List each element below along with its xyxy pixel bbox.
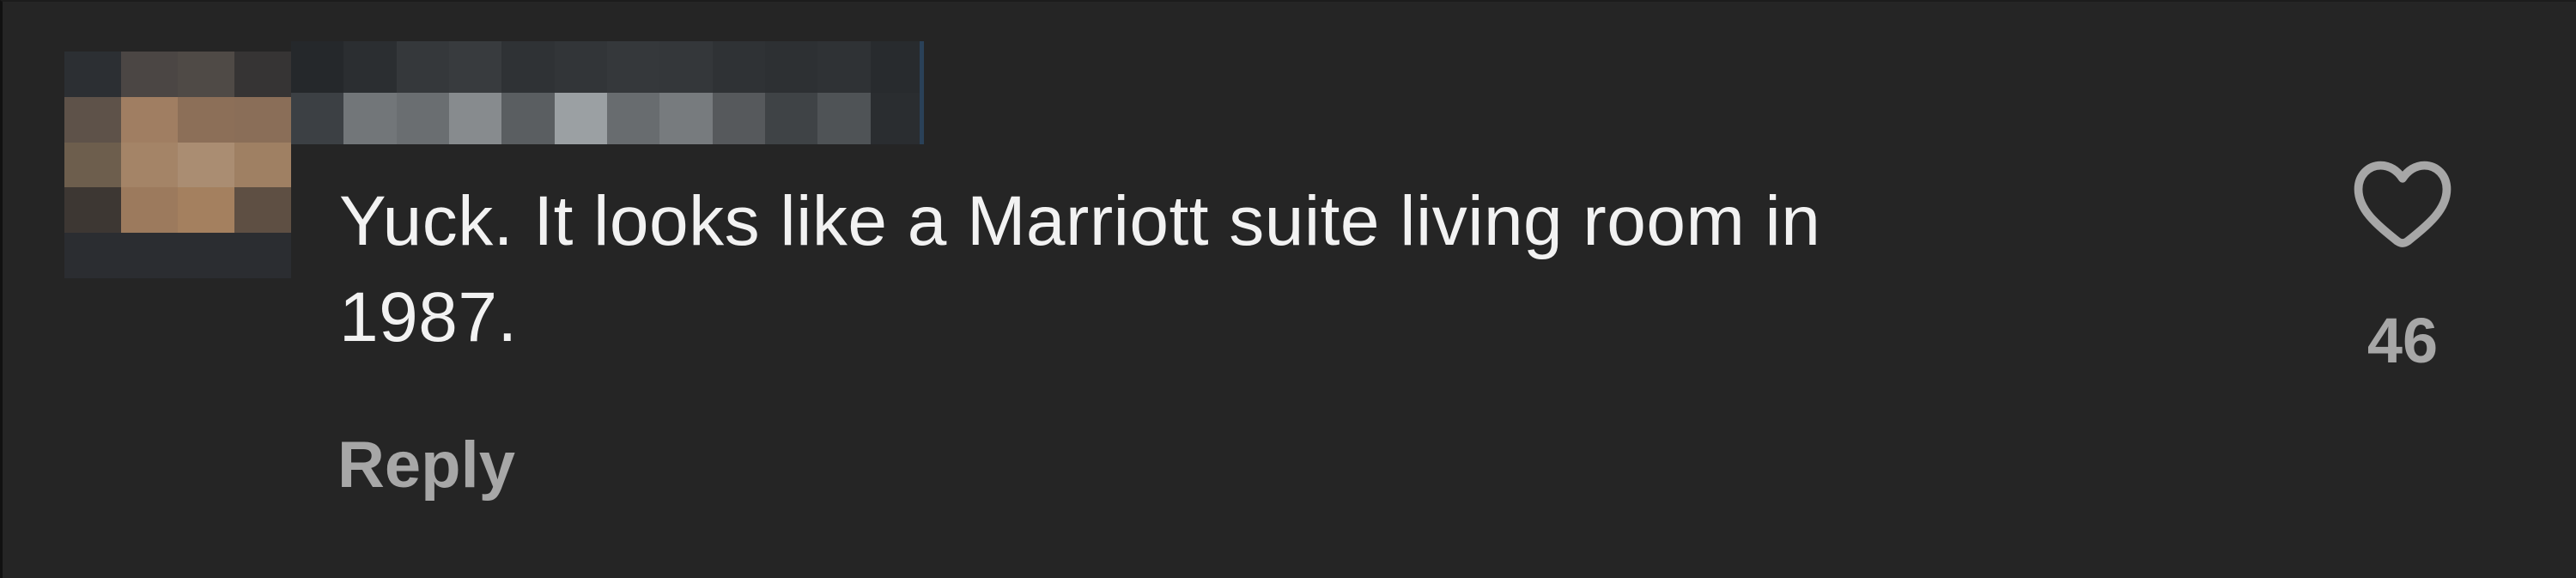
avatar-pixel [178, 142, 234, 188]
avatar-pixel [234, 233, 291, 278]
username-pixel [554, 41, 607, 93]
username-pixel [817, 41, 871, 93]
username-pixel [448, 41, 502, 93]
username-pixel [501, 41, 555, 93]
avatar-pixel [121, 233, 178, 278]
like-count: 46 [2366, 305, 2439, 376]
username-pixel [343, 93, 397, 144]
username-pixel [554, 93, 607, 144]
avatar-pixel [234, 142, 291, 188]
username-pixel [291, 93, 344, 144]
username-pixel [396, 93, 449, 144]
reply-button[interactable]: Reply [337, 428, 515, 502]
avatar-pixel [178, 187, 234, 234]
avatar-pixel [178, 96, 234, 143]
username-pixel [396, 41, 449, 93]
avatar-pixel [121, 142, 178, 188]
username-pixel [764, 93, 818, 144]
avatar-pixel [234, 96, 291, 143]
avatar[interactable] [64, 52, 291, 278]
avatar-pixel [64, 52, 121, 97]
username-pixel [606, 41, 660, 93]
username-pixel [606, 93, 660, 144]
comment-card: Yuck. It looks like a Marriott suite liv… [0, 0, 2576, 578]
username-redacted[interactable] [291, 41, 923, 144]
username-pixel [659, 93, 713, 144]
avatar-pixel [178, 233, 234, 278]
comment-text: Yuck. It looks like a Marriott suite liv… [339, 182, 1821, 356]
username-pixel [764, 41, 818, 93]
username-pixel [343, 41, 397, 93]
username-pixel [870, 41, 923, 93]
username-edge [920, 41, 924, 144]
username-pixel [659, 41, 713, 93]
avatar-pixel [64, 187, 121, 234]
username-pixel [870, 93, 923, 144]
avatar-pixel [64, 142, 121, 188]
username-pixel [712, 41, 765, 93]
avatar-pixel [121, 52, 178, 97]
username-pixel [712, 93, 765, 144]
username-pixel [448, 93, 502, 144]
avatar-pixel [234, 187, 291, 234]
avatar-pixel [234, 52, 291, 97]
avatar-pixel [178, 52, 234, 97]
avatar-pixel [121, 187, 178, 234]
heart-outline-icon [2354, 161, 2451, 247]
like-button[interactable] [2347, 148, 2458, 259]
avatar-pixel [121, 96, 178, 143]
username-pixel [817, 93, 871, 144]
username-pixel [501, 93, 555, 144]
avatar-pixel [64, 233, 121, 278]
username-pixel [291, 41, 344, 93]
avatar-pixel [64, 96, 121, 143]
